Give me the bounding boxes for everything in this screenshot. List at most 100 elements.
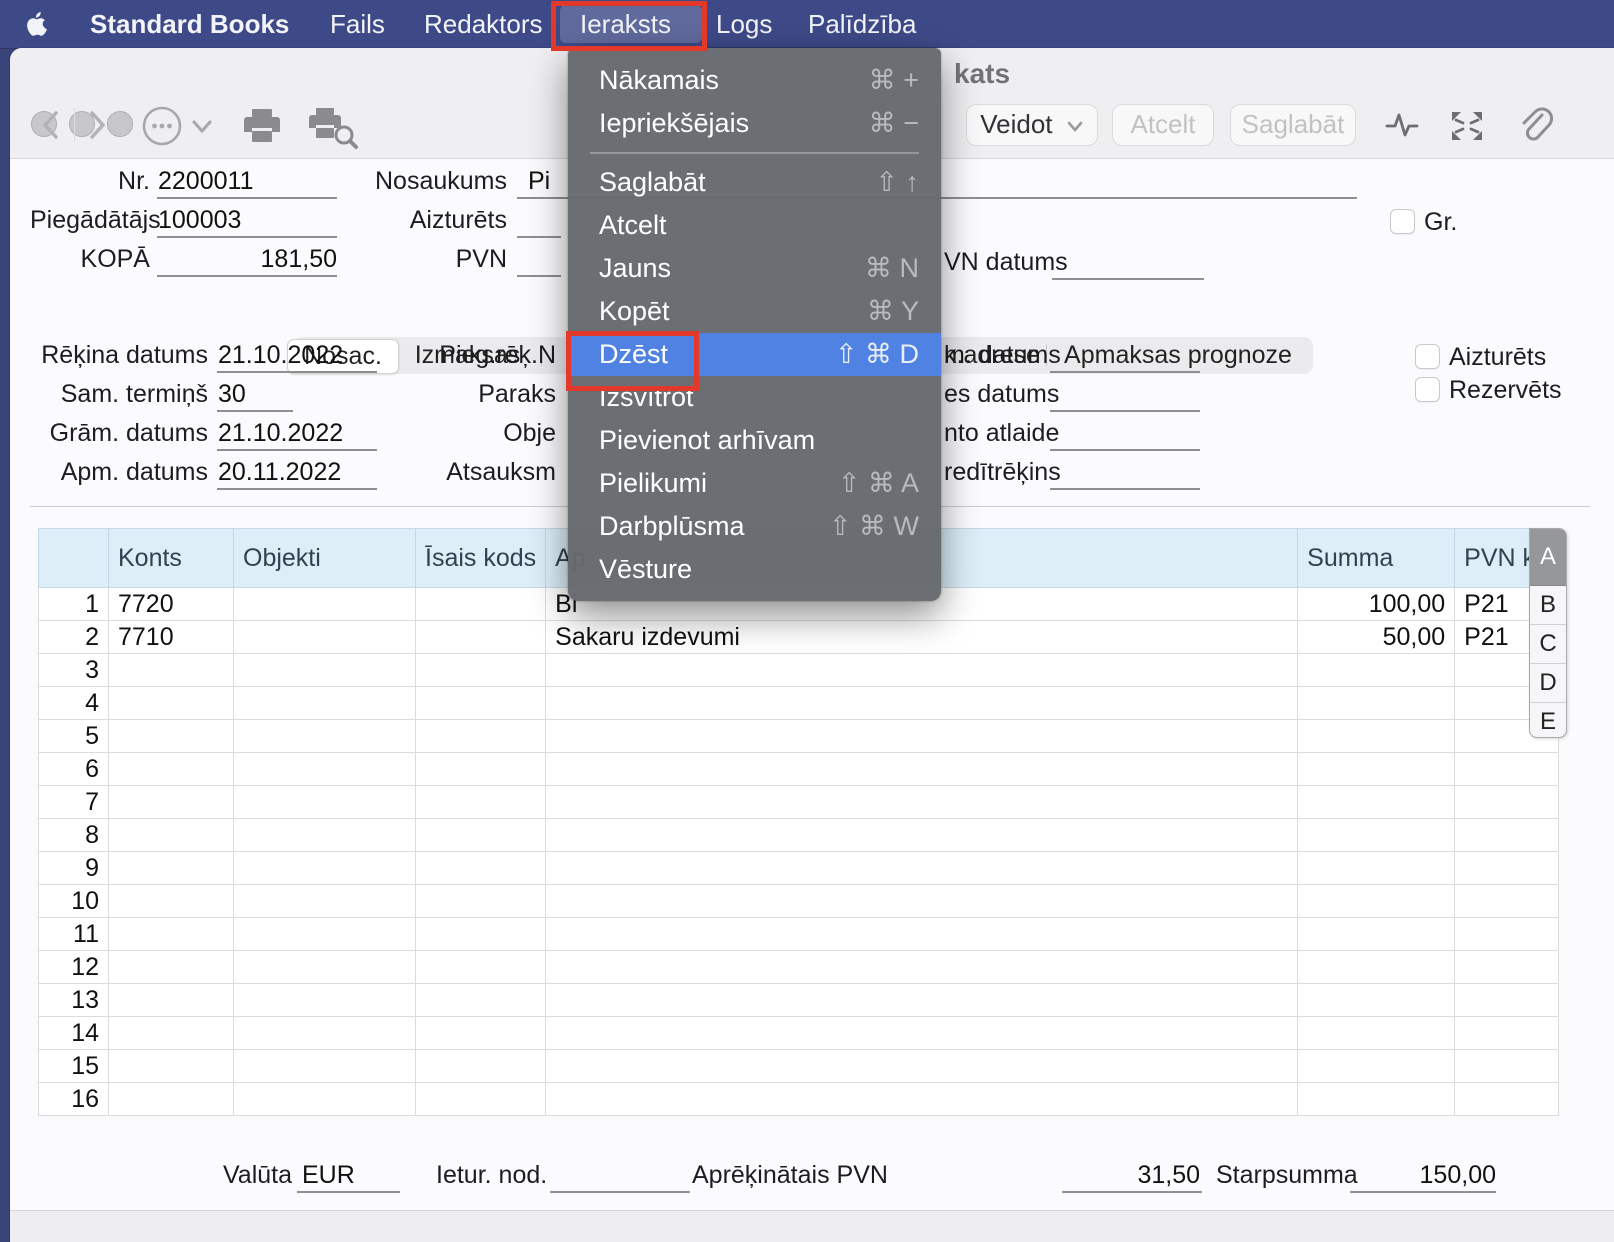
cell-pvn-kd[interactable] [1454,1049,1559,1083]
cell-objekti[interactable] [233,983,416,1017]
cell-isais-kods[interactable] [414,950,547,984]
menu-item-saglab-t[interactable]: Saglabāt ⇧ ↑ [568,161,941,204]
apple-icon[interactable] [24,0,50,48]
cell-konts[interactable]: 7720 [108,587,234,621]
cell-num[interactable]: 1 [38,587,109,621]
side-tab-b[interactable]: B [1530,586,1566,625]
side-tab-e[interactable]: E [1530,703,1566,741]
cell-num[interactable]: 5 [38,719,109,753]
cell-num[interactable]: 2 [38,620,109,654]
cell-apraksts[interactable] [545,884,1299,918]
side-tab-d[interactable]: D [1530,664,1566,703]
nr-field[interactable]: 2200011 [158,166,253,196]
gr-checkbox[interactable] [1390,209,1415,234]
cell-objekti[interactable] [233,1016,416,1050]
cell-isais-kods[interactable] [414,917,547,951]
rezervets-checkbox[interactable] [1415,377,1440,402]
cell-isais-kods[interactable] [414,818,547,852]
rekina-datums-field[interactable]: 21.10.2022 [218,340,343,370]
valuta-field[interactable]: EUR [302,1160,355,1190]
menu-item-pievienot-arh-vam[interactable]: Pievienot arhīvam [568,419,941,462]
gram-datums-field[interactable]: 21.10.2022 [218,418,343,448]
cell-isais-kods[interactable] [414,785,547,819]
col-summa[interactable]: Summa [1297,528,1456,588]
cell-isais-kods[interactable] [414,752,547,786]
cell-pvn-kd[interactable] [1454,983,1559,1017]
cell-konts[interactable] [108,653,234,687]
atcelt-button[interactable]: Atcelt [1112,104,1214,146]
cell-pvn-kd[interactable] [1454,1016,1559,1050]
cell-isais-kods[interactable] [414,686,547,720]
print-icon[interactable] [240,104,284,148]
cell-isais-kods[interactable] [414,719,547,753]
forward-button[interactable] [82,108,112,142]
cell-konts[interactable]: 7710 [108,620,234,654]
cell-objekti[interactable] [233,818,416,852]
cell-num[interactable]: 11 [38,917,109,951]
cell-num[interactable]: 6 [38,752,109,786]
cell-apraksts[interactable] [545,983,1299,1017]
cell-apraksts[interactable] [545,1082,1299,1116]
menubar-item-fails[interactable]: Fails [330,0,385,48]
menu-item-jauns[interactable]: Jauns ⌘ N [568,247,941,290]
cell-num[interactable]: 7 [38,785,109,819]
cell-konts[interactable] [108,785,234,819]
cell-summa[interactable] [1297,950,1456,984]
print-preview-icon[interactable] [306,104,362,150]
sam-termins-field[interactable]: 30 [218,379,246,409]
cell-konts[interactable] [108,851,234,885]
saglabat-button[interactable]: Saglabāt [1230,104,1356,146]
cell-konts[interactable] [108,1049,234,1083]
menubar-item-palidziba[interactable]: Palīdzība [808,0,916,48]
back-button[interactable] [36,108,66,142]
cell-num[interactable]: 15 [38,1049,109,1083]
cell-konts[interactable] [108,752,234,786]
menu-item-v-sture[interactable]: Vēsture [568,548,941,591]
cell-objekti[interactable] [233,917,416,951]
menubar-app-name[interactable]: Standard Books [90,0,289,48]
cell-num[interactable]: 9 [38,851,109,885]
cell-objekti[interactable] [233,719,416,753]
cell-apraksts[interactable] [545,851,1299,885]
cell-konts[interactable] [108,686,234,720]
cell-pvn-kd[interactable] [1454,1082,1559,1116]
cell-pvn-kd[interactable] [1454,752,1559,786]
cell-objekti[interactable] [233,686,416,720]
more-options-icon[interactable] [140,104,220,148]
cell-konts[interactable] [108,884,234,918]
cell-objekti[interactable] [233,950,416,984]
cell-isais-kods[interactable] [414,587,547,621]
cell-pvn-kd[interactable] [1454,884,1559,918]
menu-item-iepriek-jais[interactable]: Iepriekšējais ⌘ − [568,102,941,145]
cell-summa[interactable] [1297,884,1456,918]
cell-num[interactable]: 4 [38,686,109,720]
menubar-item-redaktors[interactable]: Redaktors [424,0,543,48]
cell-konts[interactable] [108,719,234,753]
cell-apraksts[interactable] [545,1016,1299,1050]
cell-summa[interactable] [1297,983,1456,1017]
cell-isais-kods[interactable] [414,653,547,687]
cell-apraksts[interactable] [545,950,1299,984]
nosaukums-field[interactable]: Pi [528,166,550,196]
cell-isais-kods[interactable] [414,1082,547,1116]
menu-item-atcelt[interactable]: Atcelt [568,204,941,247]
paperclip-icon[interactable] [1516,106,1556,146]
cell-isais-kods[interactable] [414,1016,547,1050]
cell-objekti[interactable] [233,620,416,654]
cell-summa[interactable] [1297,653,1456,687]
cell-pvn-kd[interactable] [1454,950,1559,984]
cell-konts[interactable] [108,950,234,984]
cell-apraksts[interactable] [545,1049,1299,1083]
cell-konts[interactable] [108,1082,234,1116]
cell-konts[interactable] [108,983,234,1017]
cell-objekti[interactable] [233,653,416,687]
tab-apmaksas-prognoze[interactable]: Apmaksas prognoze [1058,339,1298,372]
cell-apraksts[interactable] [545,785,1299,819]
cell-summa[interactable] [1297,752,1456,786]
cell-summa[interactable] [1297,785,1456,819]
cell-objekti[interactable] [233,1049,416,1083]
menu-item-n-kamais[interactable]: Nākamais ⌘ + [568,59,941,102]
col-isais-kods[interactable]: Īsais kods [414,528,547,588]
cell-objekti[interactable] [233,587,416,621]
cell-summa[interactable] [1297,686,1456,720]
